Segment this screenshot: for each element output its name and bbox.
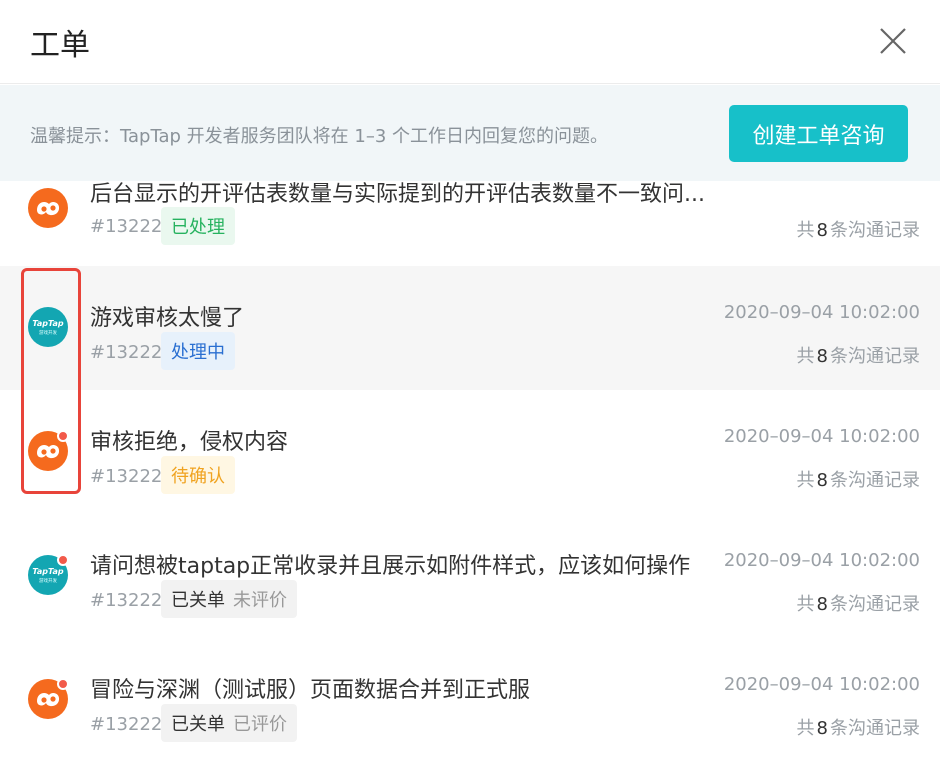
count-number: 8 [816,470,828,491]
avatar-sub-text: 游戏开发 [39,329,57,336]
avatar-brand-text: TapTap [32,567,64,576]
status-label: 已关单 [171,714,225,735]
ticket-row[interactable]: 后台显示的开评估表数量与实际提到的开评估表数量不一致问... #13222 已处… [0,182,940,248]
ticket-id: #13222 [90,714,163,735]
message-count: 共 8 条沟通记录 [797,342,920,368]
count-prefix: 共 [796,346,815,367]
status-badge: 已关单 已评价 [161,704,297,742]
header-bar: 工单 [0,0,940,84]
count-suffix: 条沟通记录 [830,594,920,615]
ticket-title: 冒险与深渊（测试服）页面数据合并到正式服 [90,678,531,703]
ticket-title: 请问想被taptap正常收录并且展示如附件样式，应该如何操作 [90,554,691,579]
ticket-row[interactable]: 冒险与深渊（测试服）页面数据合并到正式服 2020–09–04 10:02:00… [0,638,940,762]
ticket-row[interactable]: TapTap 游戏开发 游戏审核太慢了 2020–09–04 10:02:00 … [0,266,940,390]
unread-dot [57,554,69,566]
status-label: 处理中 [171,342,225,363]
avatar-brand-text: TapTap [32,319,64,328]
unread-dot [57,678,69,690]
count-prefix: 共 [796,220,815,241]
taptap-avatar-icon: TapTap 游戏开发 [28,307,68,347]
ticket-row[interactable]: 审核拒绝，侵权内容 2020–09–04 10:02:00 #13222 待确认… [0,390,940,514]
rating-label: 已评价 [233,714,287,735]
ticket-list: 后台显示的开评估表数量与实际提到的开评估表数量不一致问... #13222 已处… [0,182,940,784]
create-ticket-button[interactable]: 创建工单咨询 [729,105,908,162]
ticket-id: #13222 [90,590,163,611]
ticket-title: 游戏审核太慢了 [90,306,245,331]
message-count: 共 8 条沟通记录 [797,590,920,616]
ticket-id: #13222 [90,466,163,487]
ticket-time: 2020–09–04 10:02:00 [723,426,920,447]
ticket-title: 审核拒绝，侵权内容 [90,430,289,455]
notice-text: 温馨提示：TapTap 开发者服务团队将在 1–3 个工作日内回复您的问题。 [30,126,609,147]
taptap-avatar-icon: TapTap 游戏开发 [28,554,69,595]
message-count: 共 8 条沟通记录 [797,714,920,740]
status-badge: 已关单 未评价 [161,580,297,618]
game-avatar-icon [28,188,68,228]
page-title: 工单 [30,28,90,63]
status-badge: 已处理 [161,207,235,245]
rating-label: 未评价 [233,590,287,611]
game-avatar-icon [28,430,69,471]
count-number: 8 [816,220,828,241]
status-label: 已关单 [171,590,225,611]
count-suffix: 条沟通记录 [830,470,920,491]
game-avatar-icon [28,678,69,719]
ticket-time: 2020–09–04 10:02:00 [723,550,920,571]
count-prefix: 共 [796,718,815,739]
avatar-sub-text: 游戏开发 [39,577,57,584]
count-prefix: 共 [796,594,815,615]
ticket-time: 2020–09–04 10:02:00 [723,302,920,323]
ticket-id: #13222 [90,216,163,237]
status-badge: 处理中 [161,332,235,370]
count-suffix: 条沟通记录 [830,718,920,739]
count-suffix: 条沟通记录 [830,346,920,367]
message-count: 共 8 条沟通记录 [797,466,920,492]
ticket-row[interactable]: TapTap 游戏开发 请问想被taptap正常收录并且展示如附件样式，应该如何… [0,514,940,638]
unread-dot [57,430,69,442]
count-prefix: 共 [796,470,815,491]
count-number: 8 [816,718,828,739]
count-number: 8 [816,346,828,367]
ticket-time: 2020–09–04 10:02:00 [723,674,920,695]
count-number: 8 [816,594,828,615]
ticket-id: #13222 [90,342,163,363]
status-label: 已处理 [171,217,225,238]
close-icon[interactable] [878,26,908,56]
message-count: 共 8 条沟通记录 [797,216,920,242]
ticket-title: 后台显示的开评估表数量与实际提到的开评估表数量不一致问... [90,182,705,207]
status-badge: 待确认 [161,456,235,494]
count-suffix: 条沟通记录 [830,220,920,241]
status-label: 待确认 [171,466,225,487]
